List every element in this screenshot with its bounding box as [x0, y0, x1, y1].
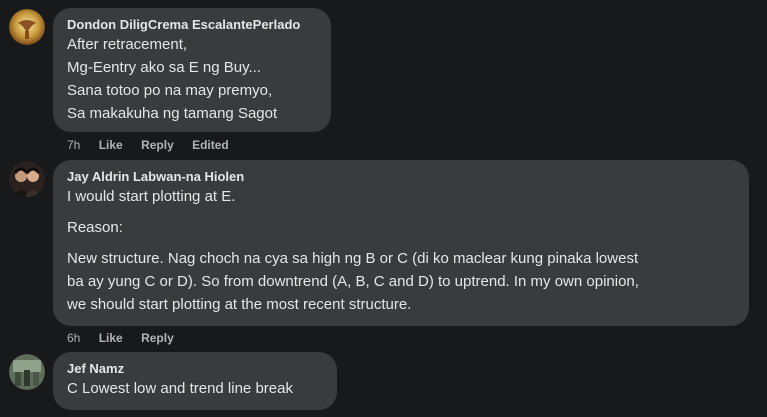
comment-text-line: we should start plotting at the most rec… — [67, 296, 412, 313]
avatar-gold-emblem-icon — [9, 9, 45, 45]
comment-text-line: Reason: — [67, 219, 123, 236]
comment-text-line: New structure. Nag choch na cya sa high … — [67, 250, 639, 267]
comment-bubble: Dondon DiligCrema EscalantePerlado After… — [53, 8, 331, 132]
comment-timestamp[interactable]: 7h — [67, 138, 80, 152]
comment-text-line: ba ay yung C or D). So from downtrend (A… — [67, 273, 639, 290]
comment-actions: 7h Like Reply Edited — [67, 138, 244, 152]
comment-author[interactable]: Jay Aldrin Labwan-na Hiolen — [67, 168, 735, 185]
comment-actions: 6h Like Reply — [67, 331, 189, 345]
edited-label[interactable]: Edited — [192, 138, 229, 152]
comment-text-line: Sa makakuha ng tamang Sagot — [67, 105, 278, 122]
comment-text-line: After retracement, — [67, 36, 188, 53]
like-button[interactable]: Like — [99, 138, 123, 152]
comment-text-line: C Lowest low and trend line break — [67, 380, 293, 397]
avatar-dondon[interactable] — [9, 9, 45, 45]
avatar-photo-icon — [9, 354, 45, 390]
comment-author[interactable]: Dondon DiligCrema EscalantePerlado — [67, 16, 317, 33]
avatar-photo-icon — [9, 161, 45, 197]
avatar-jef[interactable] — [9, 354, 45, 390]
comment-text-line: Mg-Eentry ako sa E ng Buy... — [67, 59, 261, 76]
reply-button[interactable]: Reply — [141, 331, 174, 345]
comment-text-line: Sana totoo po na may premyo, — [67, 82, 273, 99]
avatar-jay[interactable] — [9, 161, 45, 197]
comment-bubble: Jay Aldrin Labwan-na Hiolen I would star… — [53, 160, 749, 326]
comment-text-line: I would start plotting at E. — [67, 188, 236, 205]
comment-timestamp[interactable]: 6h — [67, 331, 80, 345]
reply-button[interactable]: Reply — [141, 138, 174, 152]
comment-bubble: Jef Namz C Lowest low and trend line bre… — [53, 352, 337, 410]
like-button[interactable]: Like — [99, 331, 123, 345]
comment-author[interactable]: Jef Namz — [67, 360, 323, 377]
